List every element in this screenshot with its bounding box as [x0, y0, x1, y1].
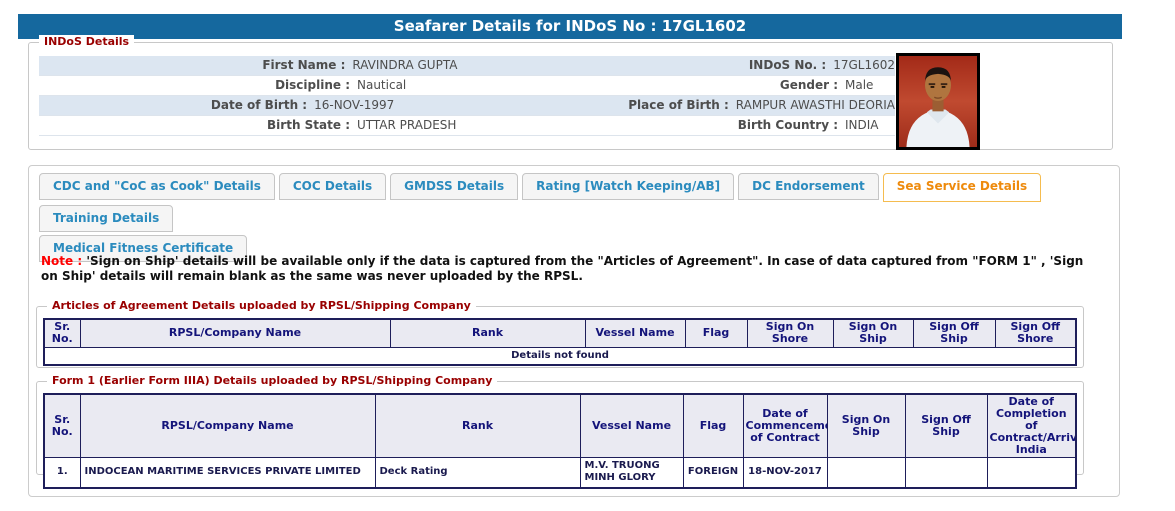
- col-sign-off-ship: Sign Off Ship: [904, 393, 988, 458]
- cell-sr-no: 1.: [43, 457, 81, 488]
- indos-details-panel: INDoS Details First Name : RAVINDRA GUPT…: [28, 35, 1113, 150]
- date-of-birth-label: Date of Birth :: [210, 98, 308, 112]
- tab-strip: CDC and "CoC as Cook" Details COC Details…: [39, 173, 1109, 265]
- tab-cdc-coc-as-cook-details[interactable]: CDC and "CoC as Cook" Details: [39, 173, 275, 200]
- indos-no-value: 17GL1602: [833, 58, 895, 72]
- col-vessel-name: Vessel Name: [584, 318, 686, 348]
- detail-row-birth-date: Date of Birth : 16-NOV-1997 Place of Bir…: [39, 96, 895, 116]
- gender-value: Male: [845, 78, 874, 92]
- form1-table-data-row: 1. INDOCEAN MARITIME SERVICES PRIVATE LI…: [43, 457, 1077, 488]
- col-sr-no: Sr. No.: [43, 318, 81, 348]
- tab-coc-details[interactable]: COC Details: [278, 173, 387, 200]
- cell-sign-off-ship: [904, 457, 988, 488]
- first-name-label: First Name :: [262, 58, 346, 72]
- cell-rank: Deck Rating: [374, 457, 581, 488]
- tab-training-details[interactable]: Training Details: [39, 205, 174, 232]
- cell-company-name: INDOCEAN MARITIME SERVICES PRIVATE LIMIT…: [79, 457, 376, 488]
- indos-details-legend: INDoS Details: [39, 35, 135, 49]
- detail-row-first-name: First Name : RAVINDRA GUPTA INDoS No. : …: [39, 56, 895, 76]
- note-text: 'Sign on Ship' details will be available…: [41, 254, 1084, 283]
- date-of-birth-value: 16-NOV-1997: [314, 98, 395, 112]
- tab-dc-endorsement[interactable]: DC Endorsement: [738, 173, 879, 200]
- cell-flag: FOREIGN: [682, 457, 744, 488]
- cell-sign-on-ship: [826, 457, 906, 488]
- tab-rating-watch-keeping-ab[interactable]: Rating [Watch Keeping/AB]: [522, 173, 735, 200]
- articles-table-empty-row: Details not found: [43, 346, 1077, 366]
- seafarer-photo-image: [899, 56, 977, 147]
- details-not-found-message: Details not found: [43, 346, 1077, 366]
- gender-label: Gender :: [779, 78, 838, 92]
- col-sign-on-shore: Sign On Shore: [746, 318, 834, 348]
- form1-details-panel: Form 1 (Earlier Form IIIA) Details uploa…: [36, 374, 1084, 489]
- articles-of-agreement-legend: Articles of Agreement Details uploaded b…: [47, 299, 476, 313]
- detail-row-birth-state: Birth State : UTTAR PRADESH Birth Countr…: [39, 116, 895, 136]
- articles-of-agreement-table: Sr. No. RPSL/Company Name Rank Vessel Na…: [43, 318, 1077, 366]
- place-of-birth-label: Place of Birth :: [628, 98, 729, 112]
- cell-completion-date: [986, 457, 1077, 488]
- indos-no-label: INDoS No. :: [748, 58, 827, 72]
- discipline-value: Nautical: [357, 78, 407, 92]
- col-rpsl-company-name: RPSL/Company Name: [79, 318, 391, 348]
- note-prefix: Note :: [41, 254, 83, 268]
- col-sign-on-ship: Sign On Ship: [832, 318, 914, 348]
- first-name-value: RAVINDRA GUPTA: [352, 58, 458, 72]
- articles-table-header-row: Sr. No. RPSL/Company Name Rank Vessel Na…: [43, 318, 1077, 348]
- col-sr-no: Sr. No.: [43, 393, 81, 458]
- place-of-birth-value: RAMPUR AWASTHI DEORIA: [735, 98, 896, 112]
- tab-gmdss-details[interactable]: GMDSS Details: [390, 173, 519, 200]
- cell-commencement-date: 18-NOV-2017: [742, 457, 828, 488]
- birth-state-value: UTTAR PRADESH: [357, 118, 457, 132]
- col-sign-off-shore: Sign Off Shore: [994, 318, 1077, 348]
- birth-state-label: Birth State :: [267, 118, 350, 132]
- col-sign-on-ship: Sign On Ship: [826, 393, 906, 458]
- birth-country-value: INDIA: [845, 118, 879, 132]
- col-flag: Flag: [684, 318, 748, 348]
- articles-of-agreement-panel: Articles of Agreement Details uploaded b…: [36, 299, 1084, 368]
- col-rpsl-company-name: RPSL/Company Name: [79, 393, 376, 458]
- col-rank: Rank: [389, 318, 586, 348]
- cell-vessel-name: M.V. TRUONG MINH GLORY: [579, 457, 684, 488]
- form1-details-legend: Form 1 (Earlier Form IIIA) Details uploa…: [47, 374, 498, 388]
- page-title: Seafarer Details for INDoS No : 17GL1602: [18, 14, 1122, 39]
- discipline-label: Discipline :: [275, 78, 350, 92]
- birth-country-label: Birth Country :: [737, 118, 838, 132]
- seafarer-photo: [896, 53, 980, 150]
- seafarer-tabs-panel: CDC and "CoC as Cook" Details COC Details…: [28, 165, 1120, 497]
- col-date-of-commencement: Date of Commencement of Contract: [742, 393, 828, 458]
- detail-row-discipline: Discipline : Nautical Gender : Male: [39, 76, 895, 96]
- col-rank: Rank: [374, 393, 581, 458]
- col-date-of-completion: Date of Completion of Contract/Arriving …: [986, 393, 1077, 458]
- form1-details-table: Sr. No. RPSL/Company Name Rank Vessel Na…: [43, 393, 1077, 489]
- col-flag: Flag: [682, 393, 744, 458]
- sign-on-ship-note: Note : 'Sign on Ship' details will be av…: [41, 254, 1097, 284]
- col-sign-off-ship: Sign Off Ship: [912, 318, 996, 348]
- form1-table-header-row: Sr. No. RPSL/Company Name Rank Vessel Na…: [43, 393, 1077, 458]
- tab-sea-service-details[interactable]: Sea Service Details: [882, 173, 1042, 202]
- indos-details-grid: First Name : RAVINDRA GUPTA INDoS No. : …: [39, 56, 895, 136]
- col-vessel-name: Vessel Name: [579, 393, 684, 458]
